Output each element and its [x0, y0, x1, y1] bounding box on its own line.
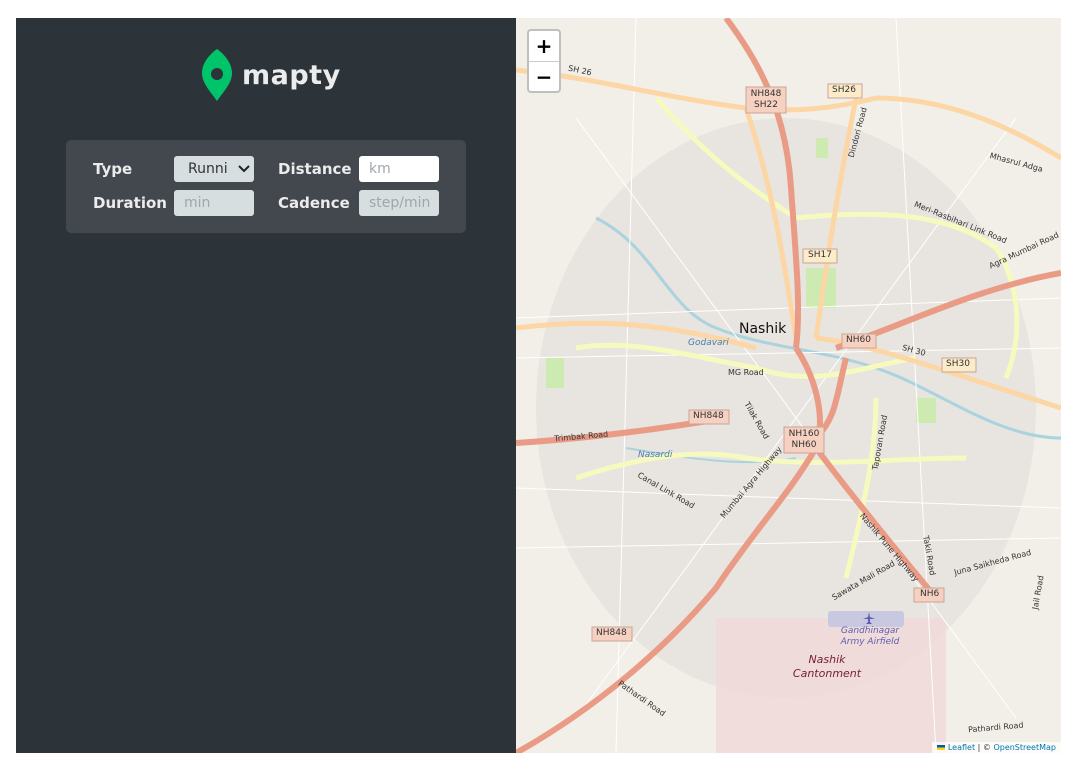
- sidebar: mapty Type Runni Distance km Duration mi…: [16, 18, 516, 753]
- form-row-1: Type Runni Distance km: [93, 156, 439, 182]
- map-label-dindori-road: Dindori Road: [846, 106, 869, 159]
- map-label-canal-link: Canal Link Road: [636, 470, 697, 511]
- map-label-pathardi: Pathardi Road: [616, 678, 668, 719]
- airplane-icon: [863, 612, 875, 624]
- map-label-nasardi: Nasardi: [638, 450, 673, 460]
- distance-placeholder: km: [369, 161, 391, 177]
- type-select-value: Runni: [188, 161, 228, 177]
- duration-label: Duration: [93, 194, 167, 212]
- map-label-mhasrul: Mhasrul Adga: [988, 151, 1044, 174]
- zoom-out-button[interactable]: −: [529, 62, 559, 92]
- map-label-cantonment: Nashik Cantonment: [792, 653, 862, 680]
- map-label-mumbai-agra: Mumbai Agra Highway: [718, 444, 784, 521]
- map[interactable]: NH848 SH22 SH 26 SH26 Dindori Road Mhasr…: [516, 18, 1061, 753]
- leaflet-link[interactable]: Leaflet: [948, 743, 975, 752]
- cadence-label: Cadence: [278, 194, 350, 212]
- map-label-nh848-sh22: NH848 SH22: [750, 89, 782, 110]
- logo: mapty: [202, 49, 341, 101]
- distance-input[interactable]: km: [359, 156, 439, 182]
- cadence-input[interactable]: step/min: [359, 190, 439, 216]
- map-label-sh26-road: SH 26: [567, 63, 593, 78]
- map-label-tilak-road: Tilak Road: [742, 400, 771, 441]
- type-select[interactable]: Runni: [174, 156, 254, 182]
- map-label-pathardi-2: Pathardi Road: [967, 720, 1024, 735]
- map-pin-icon: [202, 49, 232, 101]
- workout-form: Type Runni Distance km Duration min Cade…: [66, 140, 466, 233]
- duration-placeholder: min: [184, 195, 211, 211]
- attribution-separator: | ©: [975, 743, 994, 752]
- map-label-tapovan: Tapovan Road: [870, 414, 890, 471]
- flag-icon: [937, 745, 946, 750]
- map-label-meri-rasbihari: Meri-Rasbihari Link Road: [912, 199, 1009, 246]
- map-label-mg-road: MG Road: [728, 368, 764, 377]
- map-label-nh6: NH6: [920, 589, 940, 599]
- brand-name: mapty: [242, 59, 341, 91]
- map-label-nh848-south: NH848: [596, 628, 627, 638]
- map-label-takli: Takli Road: [921, 534, 938, 577]
- map-label-sh30-road: SH 30: [901, 343, 927, 358]
- map-label-nh848: NH848: [693, 411, 724, 421]
- map-label-nh160-nh60: NH160 NH60: [788, 429, 820, 450]
- map-label-trimbak-road: Trimbak Road: [553, 429, 609, 444]
- map-label-godavari: Godavari: [688, 338, 729, 348]
- map-label-sh26: SH26: [832, 85, 856, 95]
- map-label-sh17: SH17: [808, 250, 832, 260]
- map-label-jail-road: Jail Road: [1030, 574, 1046, 611]
- cadence-placeholder: step/min: [369, 195, 431, 211]
- chevron-down-icon: [238, 165, 250, 173]
- distance-label: Distance: [278, 160, 352, 178]
- map-label-sh30: SH30: [946, 359, 970, 369]
- zoom-in-button[interactable]: +: [529, 31, 559, 62]
- type-label: Type: [93, 160, 133, 178]
- map-label-airfield: Gandhinagar Army Airfield: [840, 626, 900, 647]
- map-label-sawata-mali: Sawata Mali Road: [830, 558, 897, 603]
- osm-link[interactable]: OpenStreetMap: [993, 743, 1056, 752]
- map-label-nh60: NH60: [846, 335, 871, 345]
- map-label-city: Nashik: [739, 321, 787, 337]
- map-label-juna-saikheda: Juna Saikheda Road: [953, 547, 1033, 578]
- map-attribution: Leaflet | © OpenStreetMap: [932, 742, 1061, 753]
- form-row-2: Duration min Cadence step/min: [93, 190, 439, 216]
- duration-input[interactable]: min: [174, 190, 254, 216]
- zoom-control: + −: [527, 29, 561, 93]
